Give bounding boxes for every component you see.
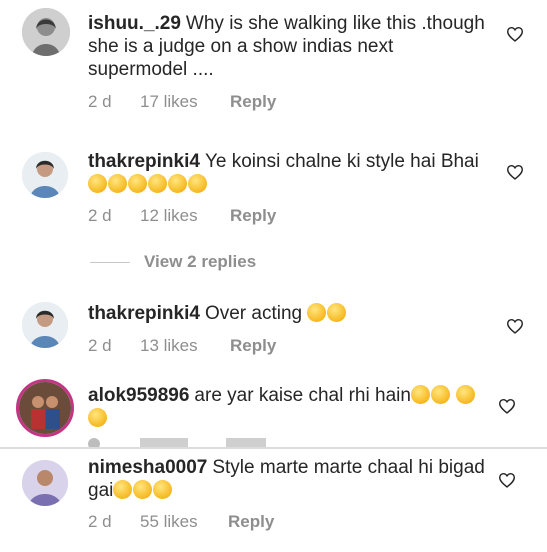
grinning-squinting-face-icon	[88, 408, 107, 427]
comment-time: 2 d	[88, 512, 112, 531]
thinking-face-icon	[148, 174, 167, 193]
avatar[interactable]	[22, 152, 68, 198]
thinking-face-icon	[188, 174, 207, 193]
comment-meta: 2 d 13 likes Reply	[88, 336, 276, 356]
comment-time: 2 d	[88, 336, 112, 355]
view-replies-button[interactable]: View 2 replies	[90, 252, 256, 272]
grinning-squinting-face-icon	[133, 480, 153, 499]
comment-body: are yar kaise chal rhi hain	[194, 385, 411, 406]
avatar[interactable]	[22, 8, 70, 56]
reply-button[interactable]: Reply	[230, 92, 276, 112]
heart-outline-icon[interactable]	[506, 164, 524, 180]
comment-text: ishuu._.29 Why is she walking like this .…	[88, 12, 488, 81]
comment-thakrepinki4-2: thakrepinki4 Over acting 2 d 13 likes Reply	[0, 290, 547, 370]
comment-nimesha0007: nimesha0007 Style marte marte chaal hi bi…	[0, 450, 547, 552]
grinning-squinting-face-icon	[153, 480, 173, 499]
comment-likes[interactable]: 55 likes	[140, 512, 228, 532]
thinking-face-icon	[108, 174, 127, 193]
reply-button[interactable]: Reply	[228, 512, 274, 532]
comment-text: thakrepinki4 Ye koinsi chalne ki style ha…	[88, 150, 488, 196]
grinning-squinting-face-icon	[456, 385, 476, 404]
grinning-squinting-face-icon	[327, 303, 347, 322]
avatar[interactable]	[22, 302, 68, 348]
grinning-squinting-face-icon	[410, 385, 430, 404]
comment-username[interactable]: nimesha0007	[88, 457, 207, 478]
comment-meta: 2 d 55 likes Reply	[88, 512, 274, 532]
comment-time: 2 d	[88, 206, 112, 225]
comment-username[interactable]: thakrepinki4	[88, 151, 200, 172]
comment-text: alok959896 are yar kaise chal rhi hain	[88, 384, 488, 430]
comment-username[interactable]: ishuu._.29	[88, 13, 181, 34]
reply-button[interactable]: Reply	[230, 336, 276, 356]
comment-body: Over acting	[204, 303, 303, 324]
screenshot-seam	[0, 447, 547, 449]
comment-text: thakrepinki4 Over acting	[88, 302, 488, 325]
comment-body: Ye koinsi chalne ki style hai Bhai	[204, 151, 479, 172]
clapping-hands-icon	[307, 303, 327, 322]
reply-button[interactable]: Reply	[230, 206, 276, 226]
thinking-face-icon	[168, 174, 187, 193]
heart-outline-icon[interactable]	[498, 472, 516, 488]
grinning-squinting-face-icon	[430, 385, 450, 404]
comment-meta: 2 d 12 likes Reply	[88, 206, 276, 226]
comment-text: nimesha0007 Style marte marte chaal hi bi…	[88, 456, 488, 502]
avatar[interactable]	[22, 460, 68, 506]
comment-likes[interactable]: 12 likes	[140, 206, 230, 226]
comment-meta: 2 d 17 likes Reply	[88, 92, 276, 112]
comment-ishuu: ishuu._.29 Why is she walking like this .…	[0, 0, 547, 130]
view-replies-label: View 2 replies	[144, 252, 257, 271]
thinking-face-icon	[88, 174, 107, 193]
avatar[interactable]	[16, 379, 74, 437]
comment-username[interactable]: thakrepinki4	[88, 303, 200, 324]
divider-line	[90, 262, 130, 264]
comment-time: 2 d	[88, 92, 112, 111]
comment-username[interactable]: alok959896	[88, 385, 189, 406]
comment-likes[interactable]: 13 likes	[140, 336, 230, 356]
heart-outline-icon[interactable]	[506, 26, 524, 42]
heart-outline-icon[interactable]	[498, 398, 516, 414]
heart-outline-icon[interactable]	[506, 318, 524, 334]
thinking-face-icon	[128, 174, 147, 193]
comment-thakrepinki4-1: thakrepinki4 Ye koinsi chalne ki style ha…	[0, 140, 547, 240]
comment-likes[interactable]: 17 likes	[140, 92, 230, 112]
grinning-squinting-face-icon	[113, 480, 133, 499]
